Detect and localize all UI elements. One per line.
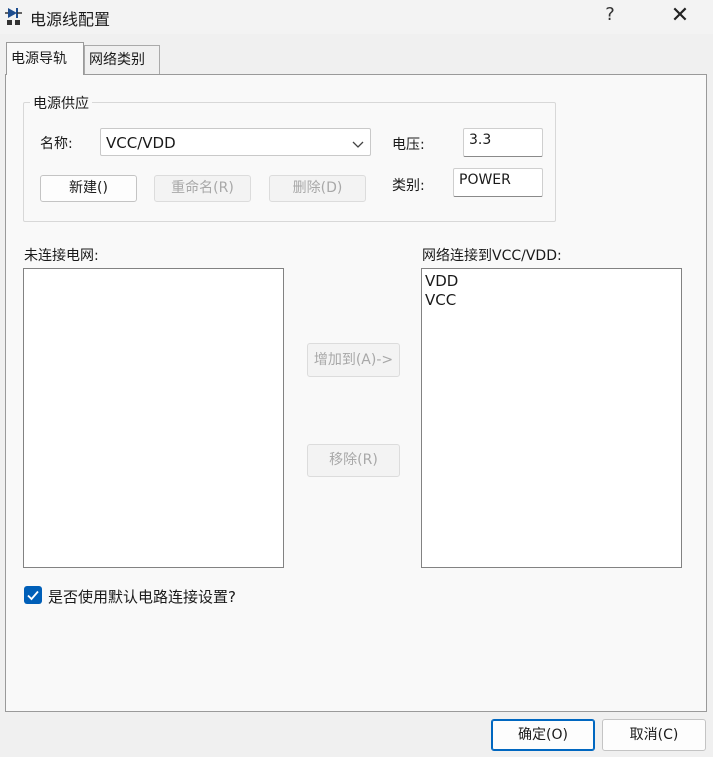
power-supply-group — [23, 102, 556, 222]
voltage-label: 电压: — [392, 137, 425, 153]
power-supply-group-title: 电源供应 — [30, 93, 92, 113]
name-combobox[interactable]: VCC/VDD — [100, 128, 371, 156]
tab-net-class[interactable]: 网络类别 — [84, 45, 160, 74]
category-label: 类别: — [392, 178, 425, 194]
window-title: 电源线配置 — [30, 10, 111, 29]
remove-button[interactable]: 移除(R) — [307, 444, 400, 477]
tab-power-rail[interactable]: 电源导轨 — [6, 42, 84, 75]
delete-button[interactable]: 删除(D) — [269, 175, 366, 202]
close-button[interactable]: ✕ — [664, 2, 696, 30]
new-button[interactable]: 新建() — [40, 175, 137, 202]
unconnected-nets-list[interactable] — [23, 268, 284, 568]
connected-nets-list[interactable]: VDD VCC — [421, 268, 682, 568]
voltage-input[interactable]: 3.3 — [463, 128, 543, 157]
chevron-down-icon — [352, 137, 364, 148]
add-to-button[interactable]: 增加到(A)-> — [307, 343, 400, 377]
rename-button[interactable]: 重命名(R) — [154, 175, 251, 202]
category-input[interactable]: POWER — [453, 168, 543, 197]
ok-button[interactable]: 确定(O) — [491, 719, 595, 751]
diode-app-icon — [5, 6, 23, 26]
name-label: 名称: — [40, 136, 73, 152]
connected-nets-label: 网络连接到VCC/VDD: — [422, 248, 562, 264]
list-item[interactable]: VCC — [422, 291, 681, 310]
default-settings-checkbox[interactable] — [24, 586, 42, 604]
unconnected-nets-label: 未连接电网: — [24, 248, 99, 264]
cancel-button[interactable]: 取消(C) — [602, 719, 706, 751]
checkmark-icon — [27, 590, 39, 601]
help-button[interactable]: ? — [600, 4, 620, 25]
list-item[interactable]: VDD — [422, 272, 681, 291]
default-settings-label[interactable]: 是否使用默认电路连接设置? — [48, 586, 236, 607]
name-combobox-value: VCC/VDD — [106, 134, 176, 152]
